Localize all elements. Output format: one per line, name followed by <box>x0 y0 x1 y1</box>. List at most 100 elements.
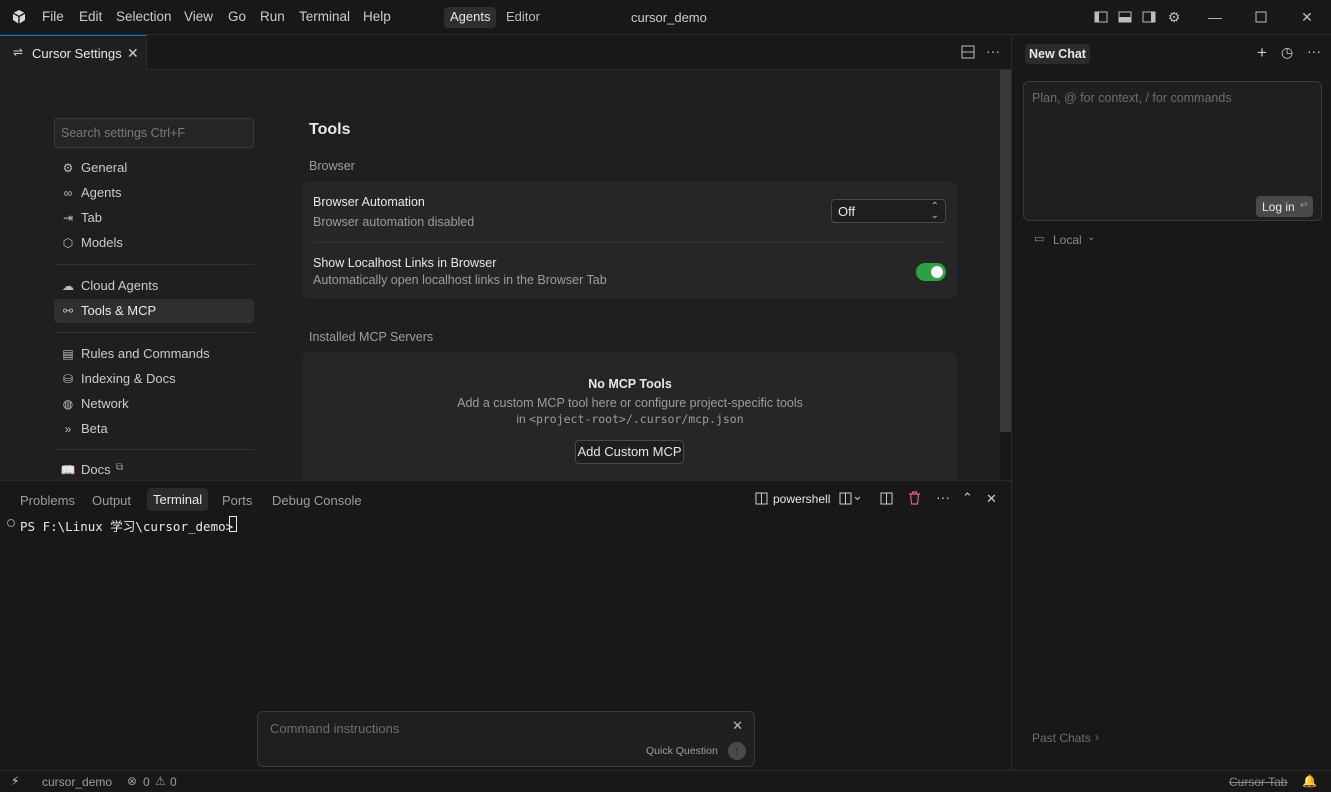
error-count[interactable]: 0 <box>143 775 150 789</box>
maximize-panel-icon[interactable]: ⌃ <box>962 490 973 506</box>
send-arrow-icon[interactable]: ↑ <box>728 742 746 760</box>
external-link-icon: ⧉ <box>116 462 124 473</box>
chat-input-placeholder[interactable]: Plan, @ for context, / for commands <box>1032 91 1232 105</box>
warning-icon: ⚠ <box>155 774 166 788</box>
nav-cloud-agents[interactable]: ☁ Cloud Agents <box>54 274 254 298</box>
menu-run[interactable]: Run <box>260 9 285 24</box>
more-actions-icon[interactable]: ··· <box>986 43 1000 59</box>
toggle-panel-icon[interactable] <box>1117 9 1133 25</box>
add-chat-icon[interactable]: + <box>1257 43 1267 63</box>
workspace-name[interactable]: cursor_demo <box>42 775 112 789</box>
mcp-empty-line1: Add a custom MCP tool here or configure … <box>457 396 803 410</box>
add-custom-mcp-button[interactable]: Add Custom MCP <box>575 440 684 464</box>
localhost-links-toggle[interactable] <box>916 263 946 281</box>
nav-rules[interactable]: ▤ Rules and Commands <box>54 342 254 366</box>
toggle-secondary-sidebar-icon[interactable] <box>1141 9 1157 25</box>
line2-prefix: in <box>516 412 530 426</box>
bottom-panel: Problems Output Terminal Ports Debug Con… <box>0 480 1011 770</box>
book-icon: 📖 <box>60 463 76 477</box>
tab-output[interactable]: Output <box>92 493 131 508</box>
login-label: Log in <box>1262 200 1295 214</box>
close-window-icon[interactable]: ✕ <box>1299 9 1315 25</box>
mode-editor[interactable]: Editor <box>500 7 546 28</box>
toggle-primary-sidebar-icon[interactable] <box>1093 9 1109 25</box>
nav-label: Beta <box>81 421 108 436</box>
remote-icon[interactable]: ⚡ <box>11 774 19 788</box>
nav-label: General <box>81 160 128 175</box>
trash-icon[interactable] <box>908 491 921 508</box>
history-clock-icon[interactable]: ◷ <box>1281 44 1293 61</box>
menu-terminal[interactable]: Terminal <box>299 9 350 24</box>
settings-search-input[interactable]: Search settings Ctrl+F <box>54 118 254 148</box>
command-instructions-box[interactable]: Command instructions ✕ Quick Question ↑ <box>257 711 755 767</box>
nav-tools-mcp[interactable]: ⚯ Tools & MCP <box>54 299 254 323</box>
gear-icon[interactable]: ⚙ <box>1166 9 1182 25</box>
bell-icon[interactable]: 🔔 <box>1302 774 1317 788</box>
menu-view[interactable]: View <box>184 9 213 24</box>
more-actions-icon[interactable]: ··· <box>1307 43 1321 59</box>
past-chats-link[interactable]: Past Chats <box>1032 731 1091 745</box>
close-icon[interactable]: ✕ <box>732 718 743 734</box>
updown-icon: ⌃ ⌄ <box>930 201 939 221</box>
laptop-icon: ▭ <box>1034 233 1045 245</box>
nav-network[interactable]: ◍ Network <box>54 392 254 416</box>
enter-key-icon: ↵ <box>1300 200 1309 211</box>
cube-icon: ⬡ <box>62 236 74 250</box>
nav-models[interactable]: ⬡ Models <box>54 231 254 255</box>
chat-sidebar: New Chat + ◷ ··· Plan, @ for context, / … <box>1011 35 1331 770</box>
close-tab-icon[interactable]: ✕ <box>127 45 139 62</box>
nav-beta[interactable]: » Beta <box>54 417 254 441</box>
page-title: Tools <box>309 121 351 138</box>
gear-icon: ⚙ <box>62 161 74 175</box>
warning-count[interactable]: 0 <box>170 775 177 789</box>
menu-file[interactable]: File <box>42 9 64 24</box>
menu-go[interactable]: Go <box>228 9 246 24</box>
select-value: Off <box>838 204 856 219</box>
nav-tab[interactable]: ⇥ Tab <box>54 206 254 230</box>
menu-edit[interactable]: Edit <box>79 9 102 24</box>
tab-cursor-settings[interactable]: ⇌ Cursor Settings ✕ <box>0 35 147 70</box>
nav-divider <box>54 332 254 333</box>
section-browser: Browser <box>309 159 355 173</box>
command-instructions-input[interactable]: Command instructions <box>270 721 399 736</box>
card-divider <box>313 242 947 243</box>
minimize-icon[interactable]: — <box>1207 9 1223 25</box>
nav-docs[interactable]: 📖 Docs ⧉ <box>54 458 254 480</box>
tab-ports[interactable]: Ports <box>222 493 252 508</box>
login-button[interactable]: Log in ↵ <box>1256 196 1313 217</box>
nav-label: Indexing & Docs <box>81 371 176 386</box>
nav-label: Network <box>81 396 129 411</box>
split-terminal-icon[interactable] <box>880 492 893 508</box>
nav-general[interactable]: ⚙ General <box>54 156 254 180</box>
editor-tab-strip <box>0 35 1011 70</box>
tab-problems[interactable]: Problems <box>20 493 75 508</box>
maximize-icon[interactable] <box>1253 9 1269 25</box>
cursor-logo-icon <box>12 10 26 24</box>
chat-input-box[interactable]: Plan, @ for context, / for commands Log … <box>1023 81 1322 221</box>
close-panel-icon[interactable]: ✕ <box>986 491 997 507</box>
menu-help[interactable]: Help <box>363 9 391 24</box>
arrow-right-bar-icon: ⇥ <box>62 211 74 225</box>
nav-agents[interactable]: ∞ Agents <box>54 181 254 205</box>
split-editor-icon[interactable] <box>961 45 975 62</box>
localhost-links-desc: Automatically open localhost links in th… <box>313 273 607 287</box>
tab-terminal[interactable]: Terminal <box>147 488 209 511</box>
quick-question-label[interactable]: Quick Question <box>646 745 718 757</box>
settings-page: Search settings Ctrl+F ⚙ General ∞ Agent… <box>0 70 1000 480</box>
error-icon: ⊗ <box>127 774 138 788</box>
menu-selection[interactable]: Selection <box>116 9 172 24</box>
local-dropdown[interactable]: Local <box>1053 233 1082 247</box>
infinity-icon: ∞ <box>63 186 73 200</box>
shell-name[interactable]: powershell <box>773 492 830 506</box>
settings-scrollbar[interactable] <box>1000 70 1011 432</box>
more-actions-icon[interactable]: ··· <box>936 489 950 505</box>
new-terminal-split-icon[interactable] <box>839 492 861 508</box>
nav-indexing[interactable]: ⛁ Indexing & Docs <box>54 367 254 391</box>
mcp-config-path: <project-root>/.cursor/mcp.json <box>529 412 744 426</box>
cursor-tab-status[interactable]: Cursor Tab <box>1229 775 1287 789</box>
browser-automation-title: Browser Automation <box>313 195 425 209</box>
browser-automation-select[interactable]: Off ⌃ ⌄ <box>831 199 946 223</box>
tab-debug-console[interactable]: Debug Console <box>272 493 362 508</box>
new-chat-tab[interactable]: New Chat <box>1025 44 1090 64</box>
mode-agents[interactable]: Agents <box>444 7 497 28</box>
